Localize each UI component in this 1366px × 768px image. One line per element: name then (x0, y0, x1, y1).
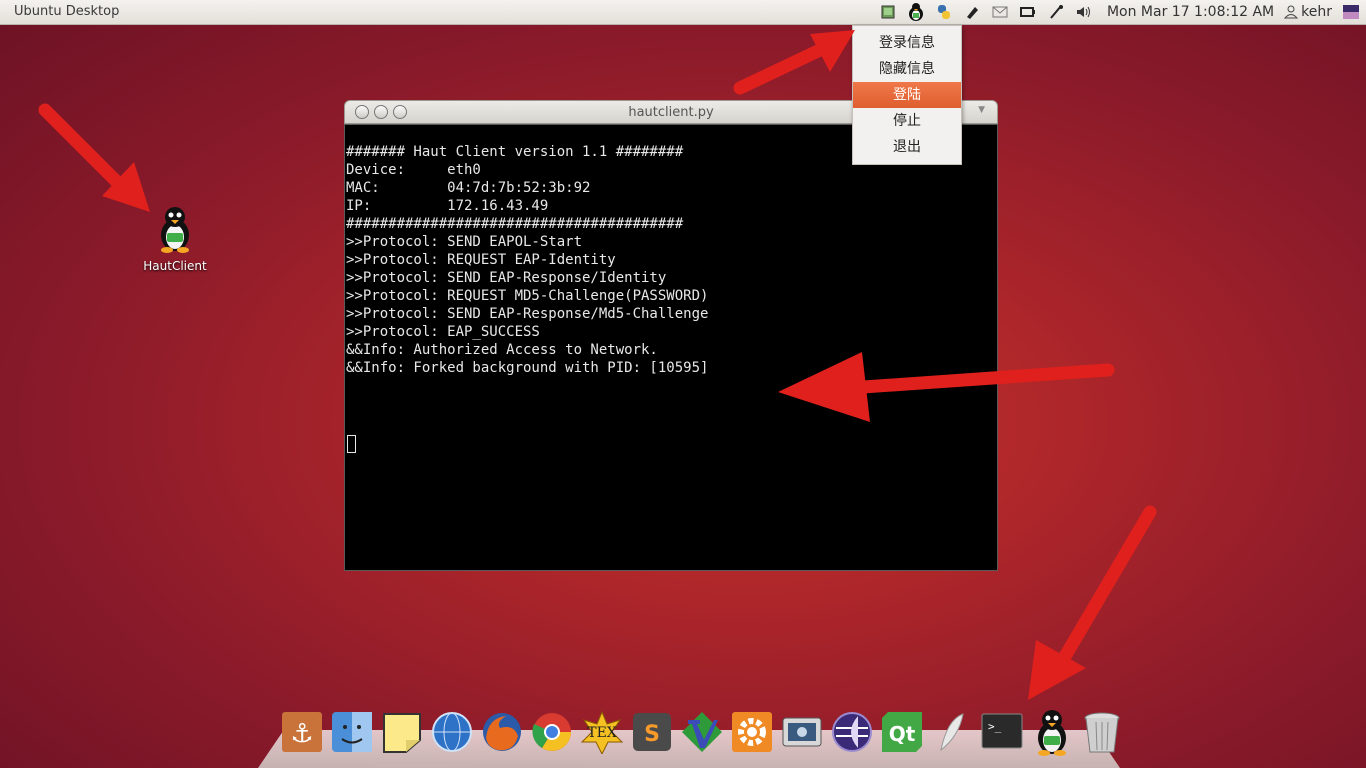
clock[interactable]: Mon Mar 17 1:08:12 AM (1107, 4, 1274, 20)
trash-icon[interactable] (1078, 708, 1126, 756)
user-name: kehr (1301, 4, 1332, 20)
terminal-line: >>Protocol: EAP_SUCCESS (346, 324, 540, 340)
user-icon (1284, 5, 1299, 19)
sticky-notes-icon[interactable] (378, 708, 426, 756)
menu-item-stop[interactable]: 停止 (853, 108, 961, 134)
svg-text:TEX: TEX (587, 725, 617, 741)
vim-icon[interactable] (678, 708, 726, 756)
terminal-window: hautclient.py ▼ ####### Haut Client vers… (344, 100, 998, 571)
terminal-icon[interactable]: >_ (978, 708, 1026, 756)
desktop-icon-hautclient[interactable]: HautClient (140, 205, 210, 273)
terminal-line: &&Info: Authorized Access to Network. (346, 342, 658, 358)
svg-text:⚓: ⚓ (290, 719, 313, 749)
top-panel: Ubuntu Desktop Mon Mar 17 1:08:12 AM keh… (0, 0, 1366, 25)
python-icon[interactable] (935, 3, 953, 21)
svg-text:>_: >_ (988, 720, 1002, 733)
terminal-line: >>Protocol: SEND EAP-Response/Identity (346, 270, 667, 286)
bluetooth-icon[interactable] (1047, 3, 1065, 21)
penguin-icon (161, 207, 189, 253)
terminal-line: &&Info: Forked background with PID: [105… (346, 360, 709, 376)
hautclient-dock-icon[interactable] (1028, 708, 1076, 756)
arrow-to-tray-icon (733, 43, 827, 95)
terminal-cursor (347, 435, 356, 453)
system-tray: Mon Mar 17 1:08:12 AM kehr (879, 0, 1360, 24)
menu-item-login[interactable]: 登陆 (853, 82, 961, 108)
arrow-head (1028, 640, 1086, 700)
terminal-line: ######################################## (346, 216, 684, 232)
mail-icon[interactable] (991, 3, 1009, 21)
chrome-icon[interactable] (528, 708, 576, 756)
tray-menu: 登录信息 隐藏信息 登陆 停止 退出 (852, 25, 962, 165)
terminal-output[interactable]: ####### Haut Client version 1.1 ########… (344, 124, 998, 571)
terminal-line: IP: 172.16.43.49 (346, 198, 549, 214)
browser-globe-icon[interactable] (428, 708, 476, 756)
user-menu[interactable]: kehr (1284, 4, 1332, 20)
svg-text:S: S (644, 722, 660, 747)
svg-text:Qt: Qt (889, 722, 916, 746)
feather-icon[interactable] (928, 708, 976, 756)
arrow-head (810, 30, 855, 72)
chevron-down-icon[interactable]: ▼ (978, 105, 985, 115)
qt-creator-icon[interactable]: Qt (878, 708, 926, 756)
battery-icon[interactable] (1019, 3, 1037, 21)
menu-item-login-info[interactable]: 登录信息 (853, 30, 961, 56)
arrow-to-dock-icon (1053, 505, 1157, 672)
terminal-line: >>Protocol: SEND EAP-Response/Md5-Challe… (346, 306, 709, 322)
system-monitor-icon[interactable] (879, 3, 897, 21)
settings-gear-icon[interactable] (728, 708, 776, 756)
sublime-text-icon[interactable]: S (628, 708, 676, 756)
desktop-title: Ubuntu Desktop (14, 4, 120, 19)
eclipse-icon[interactable] (828, 708, 876, 756)
session-menu-icon[interactable] (1342, 3, 1360, 21)
screenshot-icon[interactable] (778, 708, 826, 756)
firefox-icon[interactable] (478, 708, 526, 756)
menu-item-exit[interactable]: 退出 (853, 134, 961, 160)
menu-item-hide-info[interactable]: 隐藏信息 (853, 56, 961, 82)
volume-icon[interactable] (1075, 3, 1093, 21)
hautclient-tray-icon[interactable] (907, 3, 925, 21)
terminal-line: >>Protocol: REQUEST MD5-Challenge(PASSWO… (346, 288, 709, 304)
dock: ⚓ TEX S Qt >_ (278, 706, 1126, 756)
terminal-line: >>Protocol: SEND EAPOL-Start (346, 234, 583, 250)
terminal-line: >>Protocol: REQUEST EAP-Identity (346, 252, 616, 268)
terminal-line: MAC: 04:7d:7b:52:3b:92 (346, 180, 591, 196)
finder-icon[interactable] (328, 708, 376, 756)
tex-icon[interactable]: TEX (578, 708, 626, 756)
desktop-icon-label: HautClient (143, 259, 207, 273)
usb-drive-icon[interactable] (963, 3, 981, 21)
arrow-to-desktop-icon (38, 103, 132, 197)
anchor-icon[interactable]: ⚓ (278, 708, 326, 756)
